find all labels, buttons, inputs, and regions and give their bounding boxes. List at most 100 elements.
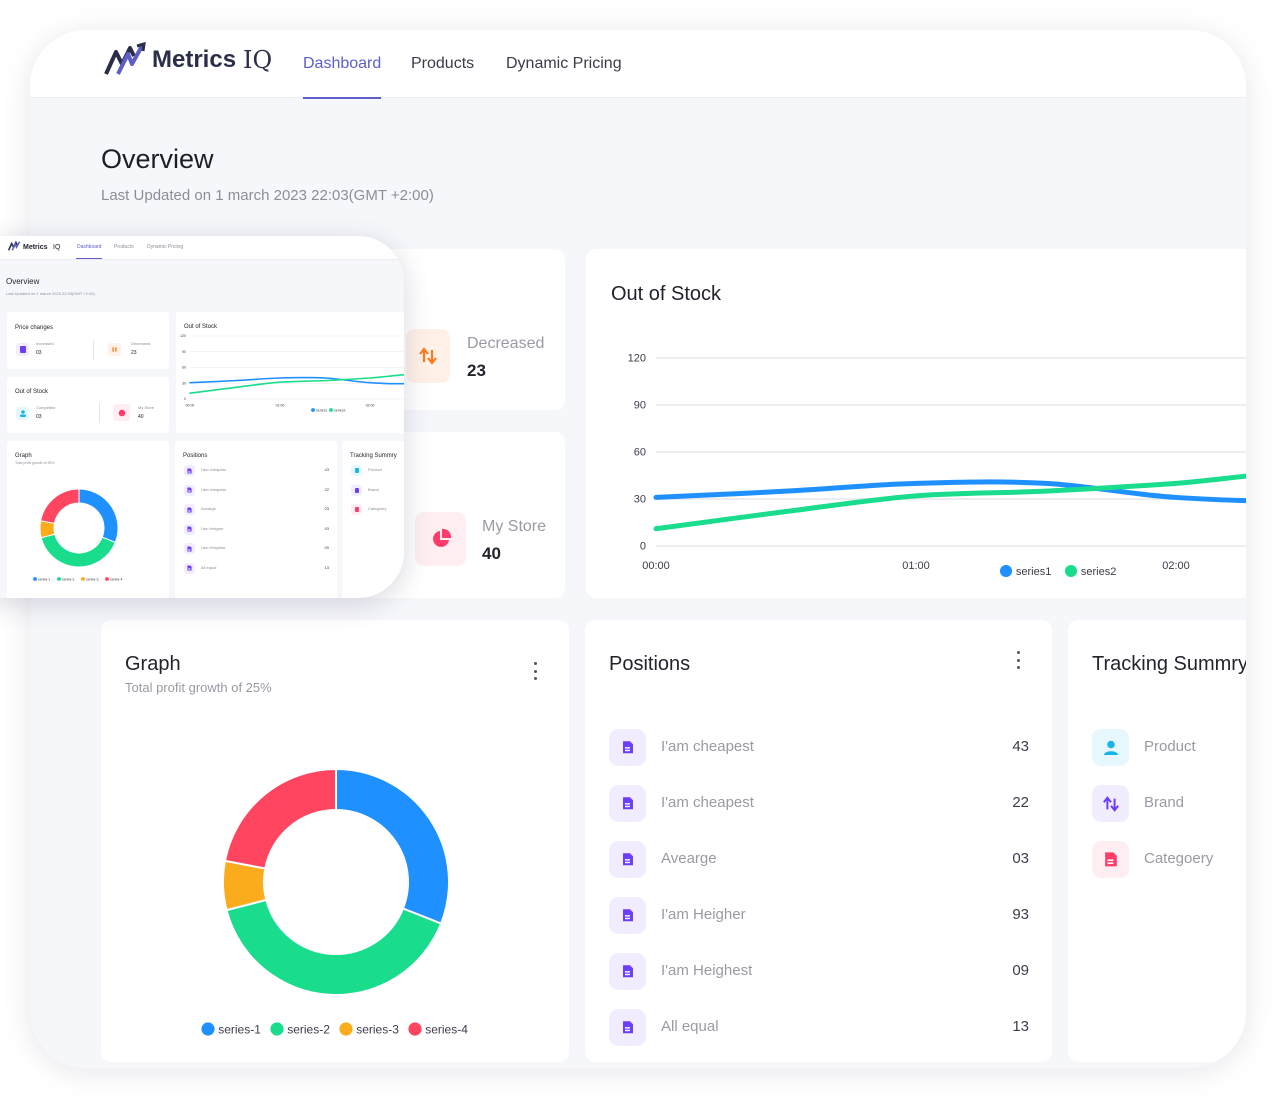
mini-positions-row: All equal 13 [184, 562, 329, 575]
mini-position-value: 03 [324, 506, 329, 511]
nav-tab-dashboard[interactable]: Dashboard [303, 30, 382, 99]
mini-positions-card: Positions I'am cheapest 43 I'am cheapest 22… [175, 441, 337, 598]
nav-tab-dynamic-pricing[interactable]: Dynamic Pricing [506, 30, 622, 98]
tracking-row-brand[interactable]: Brand [1092, 785, 1246, 823]
positions-row[interactable]: All equal 13 [609, 1009, 1029, 1047]
mini-positions-row: I'am Heigher 93 [184, 523, 329, 536]
mini-out-of-stock-card: Out of Stock Competitor 03 My Store 40 [7, 377, 169, 433]
donut-slice-series-1 [335, 767, 450, 925]
mini-position-label: I'am cheapest [201, 467, 226, 472]
mini-position-value: 13 [324, 564, 329, 570]
mini-nav-dynamic-pricing: Dynamic Pricing [147, 244, 184, 250]
positions-row[interactable]: I'am cheapest 43 [609, 729, 1029, 767]
mini-position-label: All equal [201, 564, 217, 570]
mini-price-changes-card: Price changes Increased 03 Decreased 23 [7, 312, 169, 369]
mini-mystore-value: 40 [138, 414, 144, 420]
position-icon-box [609, 785, 646, 822]
position-label: I'am cheapest [661, 738, 754, 755]
position-icon-box [609, 897, 646, 934]
mini-tracking-icon [351, 465, 362, 476]
legend-marker [339, 1022, 353, 1036]
x-tick-label: 02:00 [1162, 560, 1190, 572]
tracking-label: Categoery [1144, 850, 1214, 867]
positions-row[interactable]: I'am cheapest 22 [609, 785, 1029, 823]
position-value: 03 [1012, 850, 1029, 867]
legend-label: series2 [334, 408, 345, 412]
positions-row[interactable]: I'am Heigher 93 [609, 897, 1029, 935]
mini-position-icon [184, 484, 195, 496]
tracking-row-product[interactable]: Product [1092, 729, 1246, 767]
mystore-icon-box [415, 512, 466, 566]
mini-positions-row: I'am cheapest 43 [184, 465, 329, 477]
x-tick-label: 00:00 [642, 560, 670, 572]
legend-marker [57, 577, 61, 581]
position-icon-box [609, 841, 646, 878]
mini-mystore-icon [113, 404, 130, 421]
mini-decreased-icon [108, 343, 121, 356]
mini-position-icon [184, 504, 195, 515]
position-icon-box [609, 729, 646, 766]
sort-arrows-icon [419, 347, 437, 365]
last-updated-text: Last Updated on 1 march 2023 22:03(GMT +… [101, 187, 434, 204]
document-icon [622, 853, 633, 866]
position-label: Avearge [661, 850, 717, 867]
mini-positions-row: Avearge 03 [184, 504, 329, 516]
tracking-icon-box [1092, 841, 1129, 878]
document-icon [622, 741, 633, 754]
mini-logo-iq: IQ [53, 244, 61, 251]
graph-card: Graph Total profit growth of 25% series-… [101, 620, 569, 1062]
document-icon [187, 546, 192, 551]
mini-tracking-icon [351, 484, 362, 496]
document-icon [622, 1021, 633, 1034]
mini-top-bar: Metrics IQ Dashboard Products Dynamic Pr… [0, 236, 404, 260]
positions-row[interactable]: Avearge 03 [609, 841, 1029, 879]
mini-mystore-label: My Store [138, 405, 155, 410]
position-icon-box [609, 953, 646, 990]
mini-out-of-stock-title: Out of Stock [15, 389, 49, 395]
position-label: All equal [661, 1018, 719, 1035]
positions-more-icon[interactable] [1015, 651, 1021, 669]
donut-slice-series-1 [78, 488, 119, 544]
mini-line-chart-card: Out of Stock 120906030000:0001:0002:0003… [176, 312, 404, 433]
dashboard-mini-preview: Metrics IQ Dashboard Products Dynamic Pr… [0, 236, 404, 598]
decreased-label: Decreased [467, 335, 545, 352]
mini-divider [99, 403, 100, 423]
mini-tracking-label: Product [368, 467, 382, 472]
nav-tab-products[interactable]: Products [411, 30, 474, 98]
mini-position-value: 09 [324, 545, 329, 550]
mini-overview-title: Overview [6, 277, 40, 286]
mini-positions-title: Positions [183, 453, 208, 459]
mystore-label: My Store [482, 518, 547, 535]
legend-label: series1 [1016, 566, 1051, 578]
mini-positions-row: I'am Heighest 09 [184, 543, 329, 555]
x-tick-label: 01:00 [902, 560, 930, 572]
mini-position-icon [184, 523, 195, 535]
legend-label: series-2 [287, 1023, 330, 1037]
document-icon [187, 487, 192, 493]
mini-tracking-icon [351, 504, 362, 515]
legend-label: series-1 [218, 1023, 261, 1037]
document-icon [622, 797, 633, 810]
legend-label: series-1 [38, 577, 51, 581]
legend-marker [408, 1022, 422, 1036]
legend-label: series-4 [425, 1023, 468, 1037]
position-label: I'am Heigher [661, 906, 746, 923]
user-icon [1103, 740, 1118, 755]
position-value: 22 [1012, 794, 1029, 811]
legend-label: series-3 [86, 577, 99, 581]
tracking-summary-title: Tracking Summry [1092, 653, 1246, 675]
position-icon-box [609, 1009, 646, 1046]
mini-position-icon [184, 465, 195, 476]
positions-row[interactable]: I'am Heighest 09 [609, 953, 1029, 991]
donut-slice-series-2 [40, 533, 116, 568]
legend-label: series-4 [110, 577, 123, 581]
position-label: I'am cheapest [661, 794, 754, 811]
mini-tracking-row: Brand [351, 484, 404, 497]
tracking-row-categoery[interactable]: Categoery [1092, 841, 1246, 879]
mini-increased-icon [16, 343, 29, 356]
metrics-iq-logo[interactable]: Metrics IQ [104, 40, 272, 80]
tracking-icon-box [1092, 785, 1129, 822]
mini-out-of-stock-line-chart: 120906030000:0001:0002:0003:0004:00serie… [180, 334, 404, 412]
out-of-stock-line-chart: 120906030000:0001:0002:0003:0004:00serie… [628, 353, 1246, 578]
mini-positions-row: I'am cheapest 22 [184, 484, 329, 497]
